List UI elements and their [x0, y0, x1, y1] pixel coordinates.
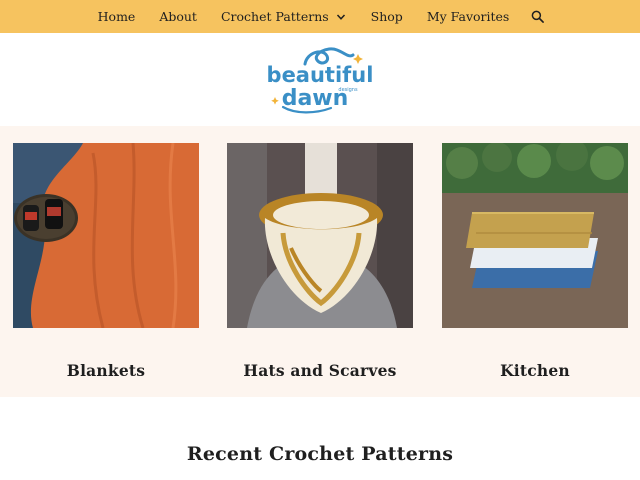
category-card-blankets[interactable]: Blankets — [13, 143, 199, 380]
kitchen-image[interactable] — [442, 143, 628, 328]
category-label-kitchen[interactable]: Kitchen — [442, 361, 628, 380]
recent-patterns-section: Recent Crochet Patterns — [0, 397, 640, 480]
logo-area: beautiful dawn designs — [0, 33, 640, 126]
sparkle-icon — [271, 96, 279, 105]
logo-text-line1: beautiful — [267, 63, 374, 87]
nav-my-favorites[interactable]: My Favorites — [415, 9, 522, 24]
nav-about[interactable]: About — [147, 9, 209, 24]
category-card-hats-and-scarves[interactable]: Hats and Scarves — [227, 143, 413, 380]
chevron-down-icon[interactable] — [335, 11, 347, 23]
category-section: Blankets Hats and Scarves Kitchen — [0, 126, 640, 397]
nav-shop[interactable]: Shop — [359, 9, 415, 24]
search-button[interactable] — [521, 10, 554, 23]
search-icon — [531, 10, 545, 23]
category-card-kitchen[interactable]: Kitchen — [442, 143, 628, 380]
category-label-blankets[interactable]: Blankets — [13, 361, 199, 380]
top-navigation: Home About Crochet Patterns Shop My Favo… — [0, 0, 640, 33]
category-label-hats-and-scarves[interactable]: Hats and Scarves — [227, 361, 413, 380]
blankets-image[interactable] — [13, 143, 199, 328]
recent-patterns-heading: Recent Crochet Patterns — [186, 443, 454, 465]
nav-crochet-patterns-label: Crochet Patterns — [220, 9, 329, 24]
nav-crochet-patterns[interactable]: Crochet Patterns — [209, 9, 359, 24]
hats-and-scarves-image[interactable] — [227, 143, 413, 328]
nav-home[interactable]: Home — [86, 9, 148, 24]
logo-text-small: designs — [338, 87, 358, 93]
site-logo[interactable]: beautiful dawn designs — [265, 44, 375, 116]
